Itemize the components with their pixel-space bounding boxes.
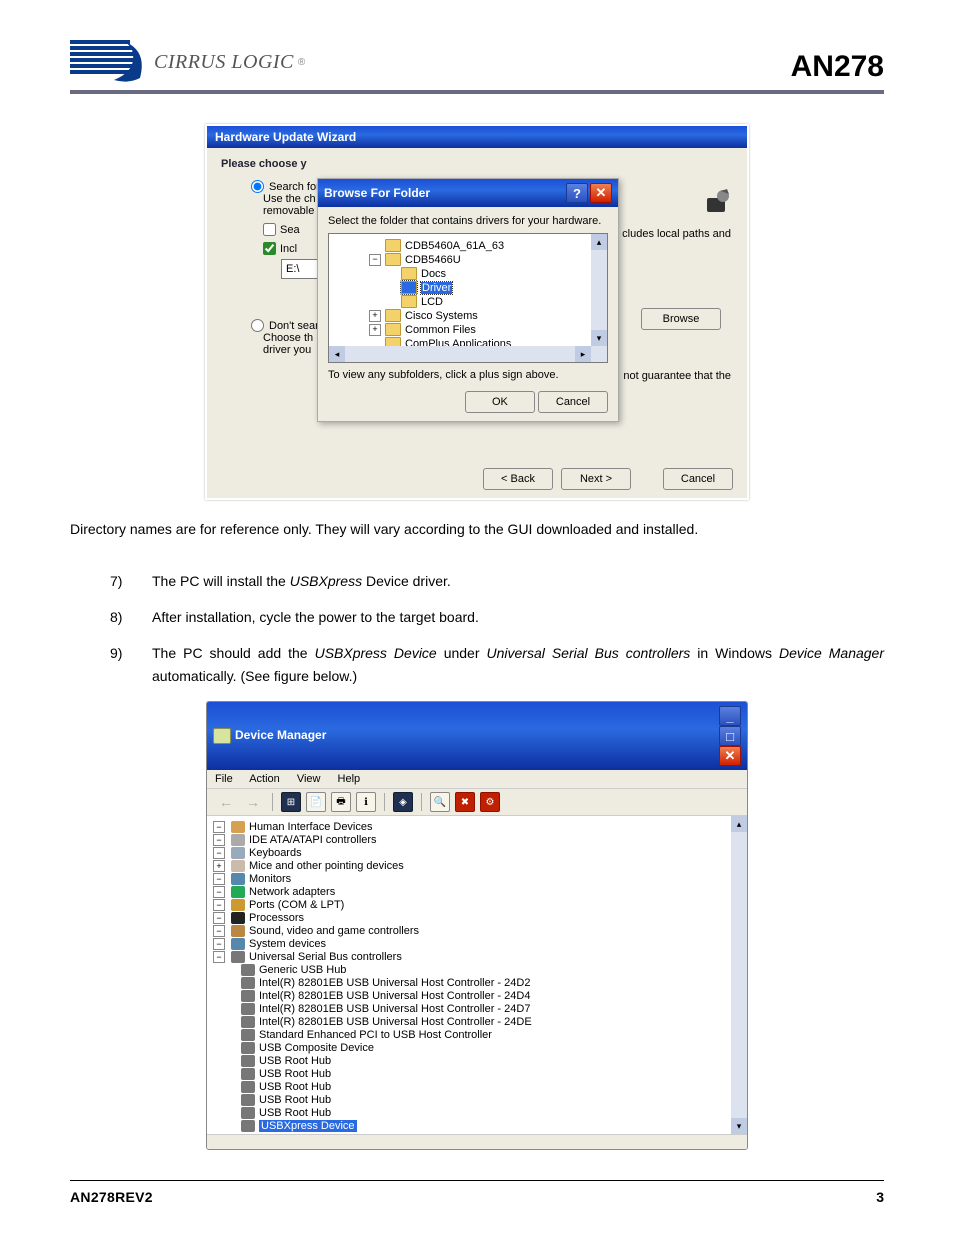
- device-item[interactable]: USBXpress Device: [241, 1120, 741, 1132]
- device-item[interactable]: USB Root Hub: [241, 1081, 741, 1093]
- note-text: Directory names are for reference only. …: [70, 520, 884, 540]
- maximize-icon[interactable]: □: [719, 726, 741, 746]
- step-number: 8): [110, 606, 132, 628]
- toolbar-icon[interactable]: ⊞: [281, 792, 301, 812]
- next-button[interactable]: Next >: [561, 468, 631, 490]
- step-number: 9): [110, 642, 132, 687]
- minimize-icon[interactable]: _: [719, 706, 741, 726]
- scrollbar-horizontal[interactable]: ◂▸: [329, 346, 591, 362]
- menu-action[interactable]: Action: [249, 773, 280, 785]
- device-item[interactable]: Intel(R) 82801EB USB Universal Host Cont…: [241, 1016, 741, 1028]
- device-item[interactable]: USB Root Hub: [241, 1055, 741, 1067]
- menu-file[interactable]: File: [215, 773, 233, 785]
- screenshot-wizard: Hardware Update Wizard Please choose y S…: [70, 124, 884, 500]
- back-arrow-icon: ←: [215, 794, 237, 810]
- browse-instruction: Select the folder that contains drivers …: [328, 215, 608, 227]
- footer-page: 3: [876, 1189, 884, 1205]
- toolbar-icon[interactable]: ✖: [455, 792, 475, 812]
- device-item[interactable]: USB Root Hub: [241, 1107, 741, 1119]
- radio-dont-label: Don't sear: [269, 320, 319, 332]
- doc-id: AN278: [791, 50, 884, 84]
- footer-rev: AN278REV2: [70, 1189, 153, 1205]
- toolbar-icon[interactable]: 🖶: [331, 792, 351, 812]
- step-text: After installation, cycle the power to t…: [152, 606, 884, 628]
- wizard-heading: Please choose y: [221, 158, 733, 170]
- toolbar-icon[interactable]: ⚙: [480, 792, 500, 812]
- device-item[interactable]: Generic USB Hub: [241, 964, 741, 976]
- radio-search-label: Search for: [269, 181, 320, 193]
- toolbar-icon[interactable]: ◈: [393, 792, 413, 812]
- browse-button[interactable]: Browse: [641, 308, 721, 330]
- device-item[interactable]: USB Composite Device: [241, 1042, 741, 1054]
- back-button[interactable]: < Back: [483, 468, 553, 490]
- step-number: 7): [110, 570, 132, 592]
- browse-hint: To view any subfolders, click a plus sig…: [328, 369, 608, 381]
- folder-tree[interactable]: CDB5460A_61A_63 −CDB5466U Docs Driver LC…: [328, 233, 608, 363]
- screenshot-device-manager: Device Manager _ □ ✕ File Action View He…: [206, 701, 748, 1150]
- menu-help[interactable]: Help: [338, 773, 361, 785]
- radio-search[interactable]: [251, 180, 264, 193]
- cancel-button[interactable]: Cancel: [663, 468, 733, 490]
- device-tree[interactable]: −Human Interface Devices −IDE ATA/ATAPI …: [207, 816, 747, 1134]
- device-item[interactable]: Intel(R) 82801EB USB Universal Host Cont…: [241, 977, 741, 989]
- step-text: The PC should add the USBXpress Device u…: [152, 642, 884, 687]
- close-icon[interactable]: ✕: [590, 183, 612, 203]
- device-item[interactable]: Standard Enhanced PCI to USB Host Contro…: [241, 1029, 741, 1041]
- scrollbar-vertical[interactable]: ▴▾: [731, 816, 747, 1134]
- checkbox-sea[interactable]: [263, 223, 276, 236]
- brand-name: CIRRUS LOGIC: [154, 51, 294, 74]
- menu-view[interactable]: View: [297, 773, 321, 785]
- toolbar-icon[interactable]: 🔍: [430, 792, 450, 812]
- device-item[interactable]: USB Root Hub: [241, 1094, 741, 1106]
- brand-logo: CIRRUS LOGIC ®: [70, 40, 305, 84]
- forward-arrow-icon: →: [242, 794, 264, 810]
- menu-bar[interactable]: File Action View Help: [207, 770, 747, 789]
- hardware-icon: [703, 188, 733, 218]
- toolbar-icon[interactable]: 📄: [306, 792, 326, 812]
- devmgr-title: Device Manager: [235, 728, 326, 742]
- step-text: The PC will install the USBXpress Device…: [152, 570, 884, 592]
- browse-cancel-button[interactable]: Cancel: [538, 391, 608, 413]
- hint-text: not guarantee that the: [623, 370, 731, 382]
- hint-text: cludes local paths and: [622, 228, 731, 240]
- toolbar-icon[interactable]: ℹ: [356, 792, 376, 812]
- checkbox-incl[interactable]: [263, 242, 276, 255]
- browse-dialog: Browse For Folder ? ✕ Select the folder …: [317, 178, 619, 422]
- device-item[interactable]: USB Root Hub: [241, 1068, 741, 1080]
- help-icon[interactable]: ?: [566, 183, 588, 203]
- radio-dont-search[interactable]: [251, 319, 264, 332]
- wizard-title: Hardware Update Wizard: [207, 126, 747, 148]
- device-item[interactable]: Intel(R) 82801EB USB Universal Host Cont…: [241, 990, 741, 1002]
- device-item[interactable]: Intel(R) 82801EB USB Universal Host Cont…: [241, 1003, 741, 1015]
- toolbar: ← → ⊞ 📄 🖶 ℹ ◈ 🔍 ✖ ⚙: [207, 789, 747, 816]
- ok-button[interactable]: OK: [465, 391, 535, 413]
- browse-title: Browse For Folder: [324, 186, 430, 200]
- scrollbar-vertical[interactable]: ▴▾: [591, 234, 607, 362]
- close-icon[interactable]: ✕: [719, 746, 741, 766]
